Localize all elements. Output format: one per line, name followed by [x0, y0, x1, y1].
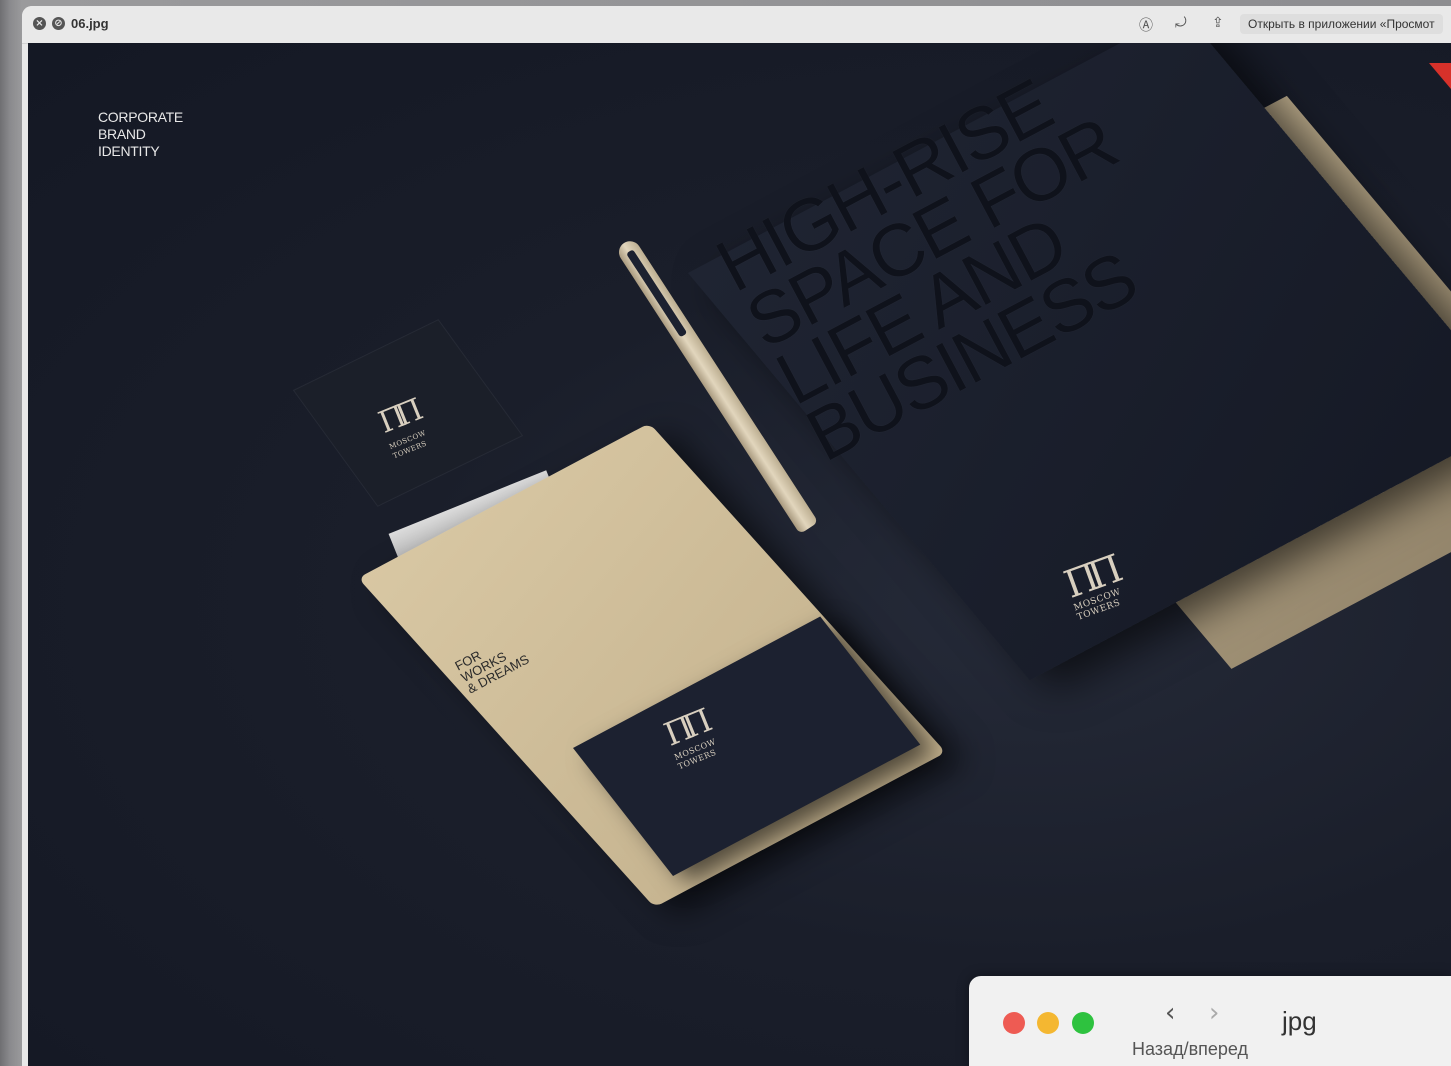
title-bar: × ⊘ 06.jpg Ⓐ ⤾ ⇪ Открыть в приложении «П… [22, 6, 1451, 44]
forward-chevron-icon[interactable]: › [1209, 998, 1219, 1028]
back-forward-label: Назад/вперед [1132, 1039, 1249, 1059]
markup-icon[interactable]: Ⓐ [1139, 15, 1153, 35]
zoom-button[interactable] [1072, 1012, 1094, 1034]
no-entry-icon[interactable]: ⊘ [52, 17, 65, 30]
window-filename: 06.jpg [71, 16, 109, 31]
share-icon[interactable]: ⇪ [1212, 15, 1224, 31]
preview-window: × ⊘ 06.jpg Ⓐ ⤾ ⇪ Открыть в приложении «П… [22, 6, 1451, 1066]
pen-clip [626, 249, 688, 338]
mini-window-title: jpg [1282, 1006, 1317, 1036]
mini-window: ‹ › jpg Назад/вперед [969, 976, 1451, 1066]
red-corner-mark [1429, 63, 1451, 89]
close-circle-icon[interactable]: × [33, 17, 46, 30]
back-chevron-icon[interactable]: ‹ [1165, 998, 1175, 1028]
minimize-button[interactable] [1037, 1012, 1059, 1034]
rotate-icon[interactable]: ⤾ [1175, 15, 1187, 31]
image-viewport: CORPORATE BRAND IDENTITY HIGH-RISE SPACE… [28, 43, 1451, 1066]
open-in-app-button[interactable]: Открыть в приложении «Просмот [1240, 14, 1443, 34]
corporate-caption: CORPORATE BRAND IDENTITY [98, 109, 183, 159]
close-button[interactable] [1003, 1012, 1025, 1034]
